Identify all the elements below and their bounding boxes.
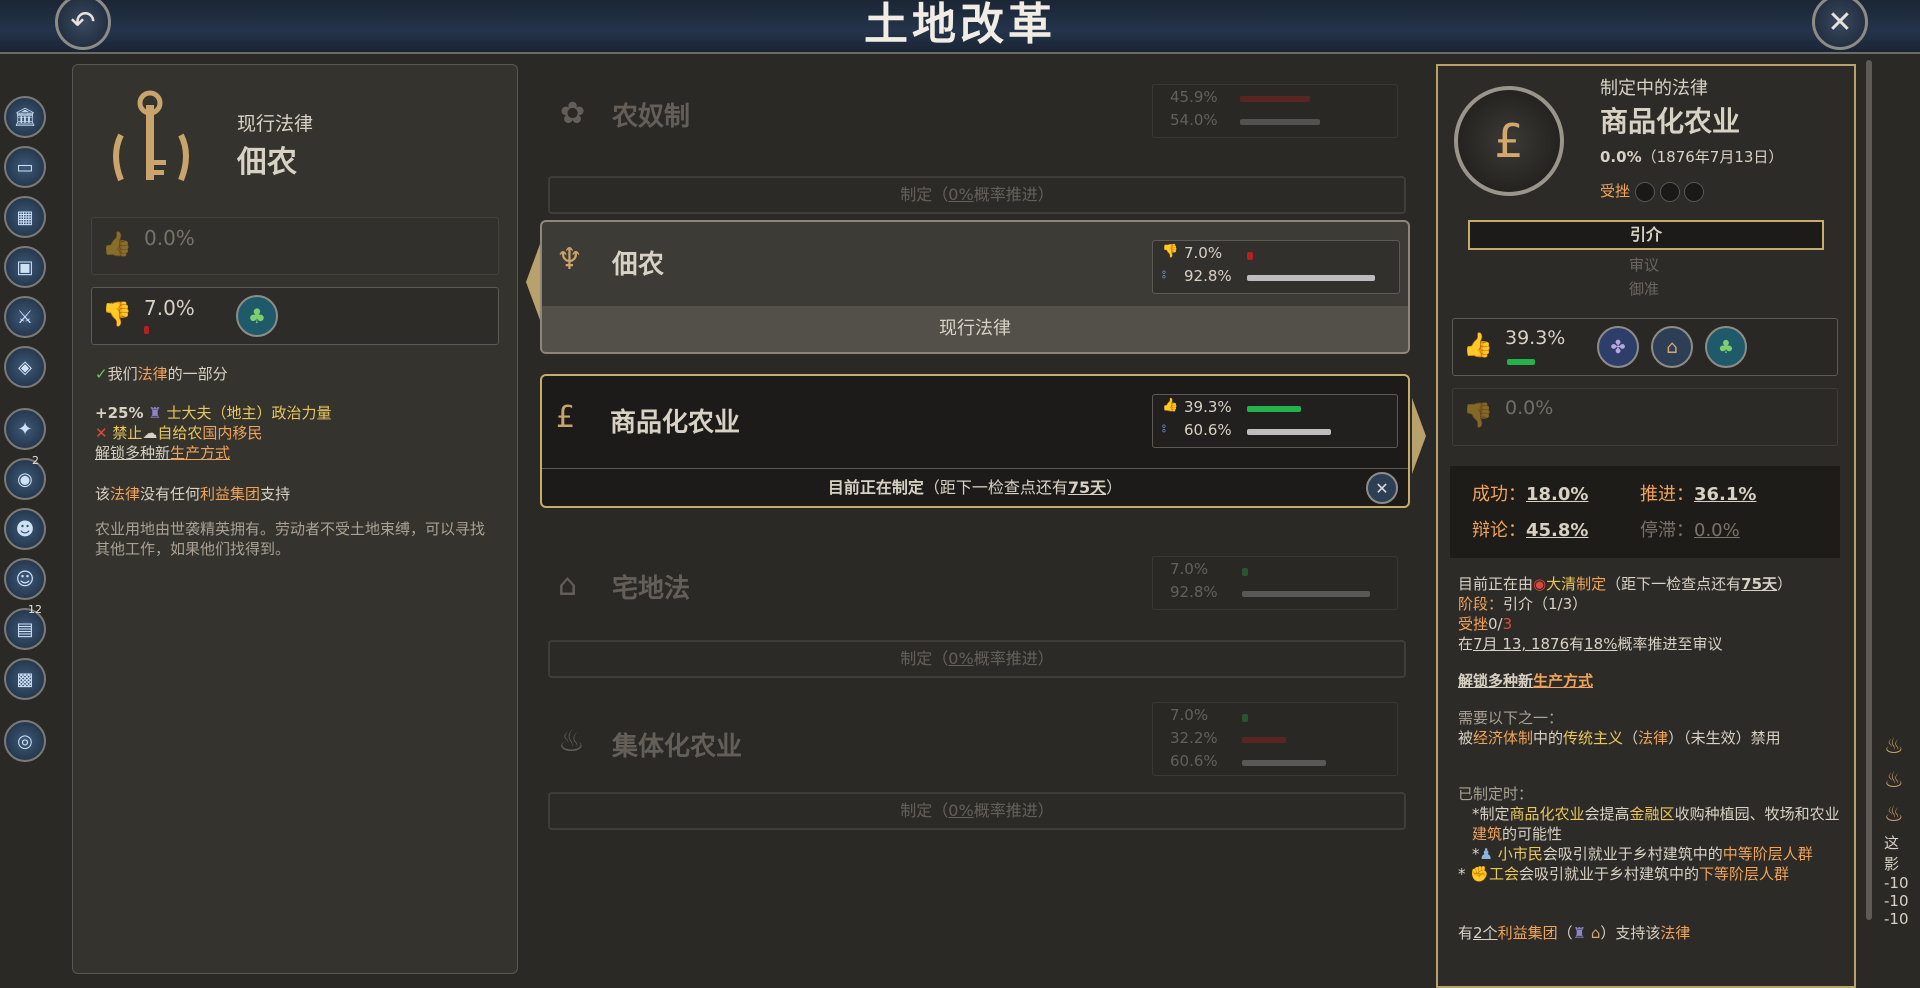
window-title: 土地改革 [864, 0, 1056, 50]
enacting-progress: 0.0%（1876年7月13日） [1600, 148, 1784, 166]
law-serfdom[interactable]: ✿ 农奴制 45.9% 54.0% 制定（0%概率推进） [540, 84, 1410, 214]
enactment-details: 目前正在由◉大清制定（距下一检查点还有75天） 阶段：引介（1/3） 受挫0/3… [1458, 575, 1793, 653]
military-icon[interactable]: ⚔ [4, 296, 46, 338]
diplomacy-icon[interactable]: ◈ [4, 346, 46, 388]
scrollbar[interactable] [1866, 60, 1872, 920]
rail-badge: 12 [28, 603, 42, 616]
cancel-enactment-button[interactable]: ✕ [1366, 472, 1398, 504]
effect-2: ✕ 禁止☁自给农国内移民 [95, 424, 263, 442]
close-icon: ✕ [1375, 478, 1389, 498]
thumbs-down-icon: 👎 [1463, 401, 1493, 429]
support-box: 👍 0.0% [91, 217, 499, 275]
chances-box: 成功：18.0% 推进：36.1% 辩论：45.8% 停滞：0.0% [1450, 466, 1840, 558]
serfdom-oppose-bar [1240, 96, 1310, 102]
law-tenant-farmers[interactable]: ♆ 佃农 👎 7.0% ⦂ 92.8% 现行法律 [540, 220, 1410, 354]
enacting-law-label: 制定中的法律 [1600, 78, 1708, 99]
support-box: 👍 39.3% ✤ ⌂ ♣ [1452, 318, 1838, 376]
market-icon[interactable]: ▣ [4, 246, 46, 288]
oppose-pct: 7.0% [144, 296, 195, 320]
thumbs-up-icon: 👍 [1162, 398, 1179, 413]
tech-icon[interactable]: ◉ [4, 458, 46, 500]
part-of-line: ✓我们法律的一部分 [95, 365, 228, 383]
government-icon[interactable]: 🏛 [4, 96, 46, 138]
current-law-panel: 现行法律 佃农 👍 0.0% 👎 7.0% ♣ ✓我们法律的一部分 +25% ♜… [72, 64, 518, 974]
rail-badge: 2 [32, 454, 39, 467]
briefcase-icon[interactable]: ▩ [4, 658, 46, 700]
homestead-icon: ⌂ [558, 568, 578, 603]
stage-royal-assent: 御准 [1628, 280, 1659, 298]
tenant-icon: ♆ [556, 242, 583, 277]
no-support-line: 该法律没有任何利益集团支持 [95, 485, 291, 503]
landowner-icon: ♜ [148, 404, 162, 422]
law-description: 农业用地由世袭精英拥有。劳动者不受土地束缚，可以寻找其他工作，如果他们找得到。 [95, 520, 486, 558]
neutral-icon: ⦂ [1162, 267, 1166, 282]
support-pct: 0.0% [144, 226, 195, 250]
stage-debate: 审议 [1628, 256, 1659, 274]
enacting-law-panel: £ 制定中的法律 商品化农业 0.0%（1876年7月13日） 受挫 引介 审议… [1436, 64, 1856, 988]
effect-3: 解锁多种新生产方式 [95, 444, 231, 462]
law-list: ✿ 农奴制 45.9% 54.0% 制定（0%概率推进） ♆ 佃农 👎 7.0%… [526, 64, 1426, 964]
tree-ig-icon[interactable]: ♣ [1705, 326, 1747, 368]
treasury-icon[interactable]: ▭ [4, 146, 46, 188]
key-law-icon [101, 85, 201, 195]
left-arrow-indicator [526, 244, 540, 320]
commercial-support-bar [1247, 406, 1301, 412]
serfdom-icon: ✿ [560, 96, 586, 131]
thumbs-down-icon: 👎 [102, 300, 132, 328]
effect-1: +25% ♜ 士大夫（地主）政治力量 [95, 404, 332, 422]
neutral-icon: ⦂ [1162, 421, 1166, 436]
collective-icon: ♨ [558, 724, 585, 759]
enact-homestead-button[interactable]: 制定（0%概率推进） [548, 640, 1406, 678]
commercial-neutral-bar [1247, 429, 1331, 435]
current-law-name: 佃农 [237, 145, 297, 180]
law-commercialized-agriculture[interactable]: £ 商品化农业 👍 39.3% ⦂ 60.6% 目前正在制定（距下一检查点还有7… [540, 374, 1410, 508]
diplomacy-dove-icon[interactable]: ✦ [4, 408, 46, 450]
thumbs-down-icon: 👎 [1162, 244, 1179, 259]
setback-indicator: 受挫 [1600, 180, 1705, 202]
unlock-line: 解锁多种新生产方式 [1458, 672, 1594, 690]
petite-bourgeoisie-ig-icon[interactable]: ⌂ [1651, 326, 1693, 368]
offscreen-panel-edge: ♨ ♨ ♨ 这 影 -10 -10 -10 [1884, 730, 1920, 966]
oppose-box: 👎 0.0% [1452, 388, 1838, 446]
industry-icon[interactable]: ▦ [4, 196, 46, 238]
effects-list: +25% ♜ 士大夫（地主）政治力量 ✕ 禁止☁自给农国内移民 解锁多种新生产方… [95, 403, 495, 463]
law-collectivized-agriculture[interactable]: ♨ 集体化农业 7.0% 32.2% 60.6% 制定（0%概率推进） [540, 702, 1410, 842]
landowners-ig-icon[interactable]: ✤ [1597, 326, 1639, 368]
current-law-status: 现行法律 [542, 306, 1408, 352]
back-arrow-icon: ↶ [70, 4, 96, 40]
money-bag-icon: £ [556, 400, 576, 435]
enact-serfdom-button[interactable]: 制定（0%概率推进） [548, 176, 1406, 214]
money-bag-icon: £ [1454, 86, 1564, 196]
enacting-status: 目前正在制定（距下一检查点还有75天） [542, 468, 1408, 507]
tenant-neutral-bar [1247, 275, 1375, 281]
tenant-oppose-bar [1247, 252, 1253, 260]
bag-icon: ♨ ♨ ♨ [1884, 734, 1904, 827]
law-homesteading[interactable]: ⌂ 宅地法 7.0% 92.8% 制定（0%概率推进） [540, 550, 1410, 678]
trade-union-icon: ✊ [1470, 865, 1489, 883]
stage-introduction: 引介 [1468, 220, 1824, 250]
requirements: 需要以下之一： 被经济体制中的传统主义（法律）（未生效）禁用 [1458, 709, 1781, 747]
oppose-box: 👎 7.0% ♣ [91, 287, 499, 345]
globe-icon[interactable]: ◎ [4, 720, 46, 762]
population-icon[interactable]: ☺ [4, 558, 46, 600]
tree-ig-icon[interactable]: ♣ [236, 295, 278, 337]
country-flag-icon: ◉ [1533, 575, 1547, 593]
close-icon: ✕ [1827, 4, 1853, 40]
on-enactment-effects: 已制定时： *制定商品化农业会提高金融区收购种植园、牧场和农业建筑的可能性 *♟… [1458, 785, 1840, 883]
oppose-bar [144, 326, 149, 334]
petite-bourgeoisie-icon: ♟ [1479, 845, 1493, 863]
enact-collective-button[interactable]: 制定（0%概率推进） [548, 792, 1406, 830]
serfdom-neutral-bar [1240, 119, 1320, 125]
top-bar: 土地改革 [0, 0, 1920, 54]
enacting-law-name: 商品化农业 [1600, 105, 1741, 138]
right-arrow-indicator [1412, 398, 1426, 474]
peasant-icon: ☁ [142, 424, 158, 442]
current-law-label: 现行法律 [237, 113, 314, 135]
thumbs-up-icon: 👍 [1463, 331, 1493, 359]
culture-icon[interactable]: ☻ [4, 508, 46, 550]
thumbs-up-icon: 👍 [102, 230, 132, 258]
left-rail: 🏛 ▭ ▦ ▣ ⚔ ◈ ✦ ◉ 2 ☻ ☺ ▤ 12 ▩ ◎ [0, 70, 56, 762]
ig-support-line: 有2个利益集团（♜ ⌂）支持该法律 [1458, 924, 1691, 942]
